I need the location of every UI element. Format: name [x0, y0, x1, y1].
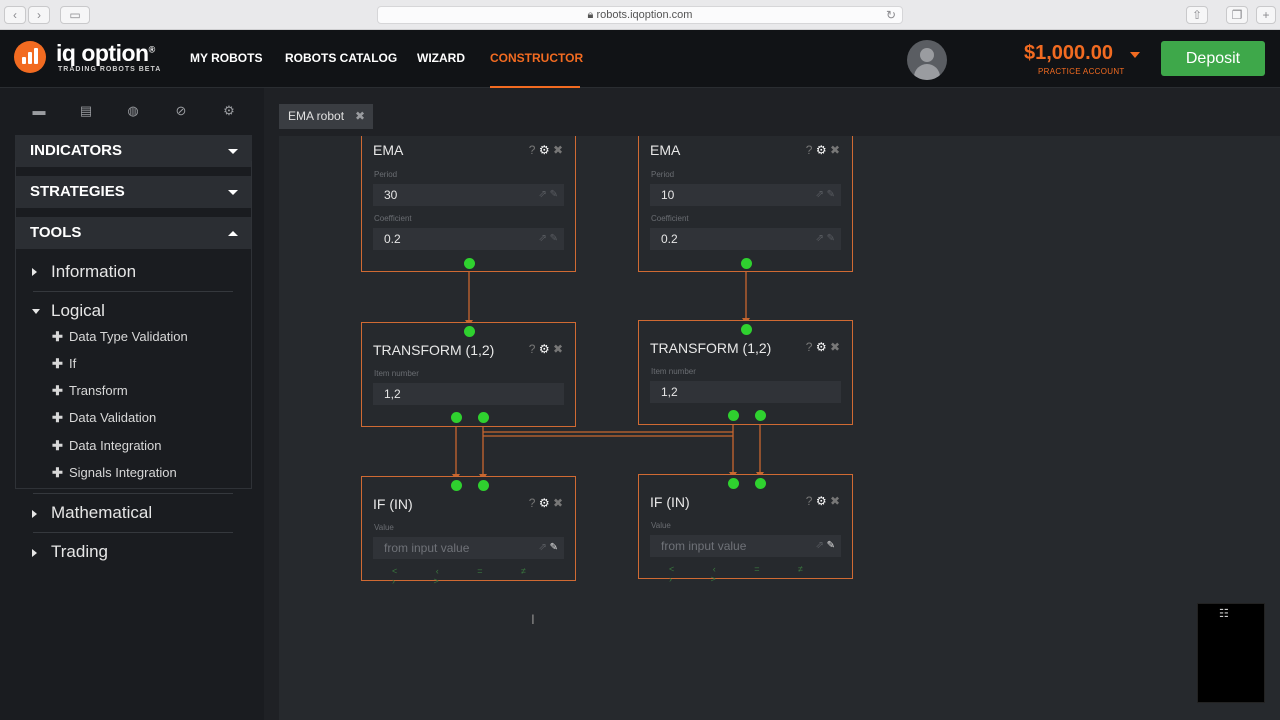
edit-icon[interactable]: ✎ [550, 233, 558, 244]
settings-icon[interactable]: ⚙ [539, 342, 550, 356]
minimap-list-icon[interactable]: ☷ [1219, 607, 1229, 620]
node-ema-10[interactable]: EMA ? ⚙ ✖ Period 10 ⇗ ✎ Coefficient 0.2 … [638, 136, 853, 272]
settings-icon[interactable]: ⚙ [539, 496, 550, 510]
node-controls: ? ⚙ ✖ [529, 496, 563, 510]
coefficient-input[interactable]: 0.2 ⇗ ✎ [650, 228, 841, 250]
field-label: Coefficient [651, 214, 689, 223]
field-actions: ⇗ ✎ [815, 535, 835, 557]
share-icon[interactable]: ⇗ [815, 233, 823, 244]
value-input[interactable]: from input value ⇗ ✎ [650, 535, 841, 557]
settings-icon[interactable]: ⚙ [539, 143, 550, 157]
period-input[interactable]: 10 ⇗ ✎ [650, 184, 841, 206]
field-label: Value [651, 521, 671, 530]
field-actions: ⇗ ✎ [815, 228, 835, 250]
share-icon[interactable]: ⇗ [538, 189, 546, 200]
edit-icon[interactable]: ✎ [550, 542, 558, 553]
node-controls: ? ⚙ ✖ [806, 143, 840, 157]
edit-icon[interactable]: ✎ [827, 189, 835, 200]
settings-icon[interactable]: ⚙ [816, 340, 827, 354]
coefficient-value: 0.2 [661, 232, 678, 246]
field-actions: ⇗ ✎ [815, 184, 835, 206]
coefficient-value: 0.2 [384, 232, 401, 246]
item-number-value: 1,2 [384, 387, 401, 401]
operator-selector[interactable]: < ‹ = ≠ › > [669, 564, 852, 584]
input-port[interactable] [478, 480, 489, 491]
close-icon[interactable]: ✖ [830, 494, 840, 508]
field-label: Period [374, 170, 398, 179]
field-actions: ⇗ ✎ [538, 537, 558, 559]
input-port[interactable] [741, 324, 752, 335]
input-port[interactable] [728, 478, 739, 489]
node-controls: ? ⚙ ✖ [529, 342, 563, 356]
input-port[interactable] [451, 480, 462, 491]
value-placeholder: from input value [384, 541, 470, 555]
share-icon[interactable]: ⇗ [815, 540, 823, 551]
settings-icon[interactable]: ⚙ [816, 143, 827, 157]
output-port[interactable] [464, 258, 475, 269]
help-icon[interactable]: ? [806, 340, 813, 354]
input-port[interactable] [755, 478, 766, 489]
value-input[interactable]: from input value ⇗ ✎ [373, 537, 564, 559]
field-actions: ⇗ ✎ [538, 228, 558, 250]
output-port[interactable] [728, 410, 739, 421]
value-placeholder: from input value [661, 539, 747, 553]
node-controls: ? ⚙ ✖ [806, 494, 840, 508]
field-label: Coefficient [374, 214, 412, 223]
share-icon[interactable]: ⇗ [538, 233, 546, 244]
field-label: Item number [374, 369, 419, 378]
field-label: Item number [651, 367, 696, 376]
help-icon[interactable]: ? [806, 143, 813, 157]
node-title: TRANSFORM (1,2) [373, 342, 495, 358]
node-if-right[interactable]: IF (IN) ? ⚙ ✖ Value from input value ⇗ ✎… [638, 474, 853, 584]
node-transform-left[interactable]: TRANSFORM (1,2) ? ⚙ ✖ Item number 1,2 [361, 322, 576, 427]
node-controls: ? ⚙ ✖ [529, 143, 563, 157]
share-icon[interactable]: ⇗ [815, 189, 823, 200]
help-icon[interactable]: ? [529, 342, 536, 356]
field-label: Period [651, 170, 675, 179]
field-label: Value [374, 523, 394, 532]
output-port[interactable] [741, 258, 752, 269]
help-icon[interactable]: ? [806, 494, 813, 508]
close-icon[interactable]: ✖ [553, 496, 563, 510]
period-value: 10 [661, 188, 675, 202]
node-title: TRANSFORM (1,2) [650, 340, 772, 356]
output-port[interactable] [451, 412, 462, 423]
help-icon[interactable]: ? [529, 143, 536, 157]
close-icon[interactable]: ✖ [553, 143, 563, 157]
period-value: 30 [384, 188, 398, 202]
node-title: EMA [373, 142, 404, 158]
coefficient-input[interactable]: 0.2 ⇗ ✎ [373, 228, 564, 250]
node-title: IF (IN) [373, 496, 413, 512]
close-icon[interactable]: ✖ [830, 340, 840, 354]
share-icon[interactable]: ⇗ [538, 542, 546, 553]
help-icon[interactable]: ? [529, 496, 536, 510]
node-title: IF (IN) [650, 494, 690, 510]
node-controls: ? ⚙ ✖ [806, 340, 840, 354]
edit-icon[interactable]: ✎ [827, 540, 835, 551]
node-transform-right[interactable]: TRANSFORM (1,2) ? ⚙ ✖ Item number 1,2 [638, 320, 853, 425]
edit-icon[interactable]: ✎ [827, 233, 835, 244]
settings-icon[interactable]: ⚙ [816, 494, 827, 508]
period-input[interactable]: 30 ⇗ ✎ [373, 184, 564, 206]
operator-selector[interactable]: < ‹ = ≠ › > [392, 566, 575, 586]
item-number-value: 1,2 [661, 385, 678, 399]
field-actions: ⇗ ✎ [538, 184, 558, 206]
node-ema-30[interactable]: EMA ? ⚙ ✖ Period 30 ⇗ ✎ Coefficient 0.2 … [361, 136, 576, 272]
close-icon[interactable]: ✖ [553, 342, 563, 356]
edit-icon[interactable]: ✎ [550, 189, 558, 200]
input-port[interactable] [464, 326, 475, 337]
node-if-left[interactable]: IF (IN) ? ⚙ ✖ Value from input value ⇗ ✎… [361, 476, 576, 586]
output-port[interactable] [755, 410, 766, 421]
output-port[interactable] [478, 412, 489, 423]
item-number-input[interactable]: 1,2 [650, 381, 841, 403]
item-number-input[interactable]: 1,2 [373, 383, 564, 405]
node-title: EMA [650, 142, 681, 158]
close-icon[interactable]: ✖ [830, 143, 840, 157]
text-cursor-icon: Ⅰ [531, 612, 535, 627]
minimap[interactable]: ☷ [1197, 603, 1265, 703]
